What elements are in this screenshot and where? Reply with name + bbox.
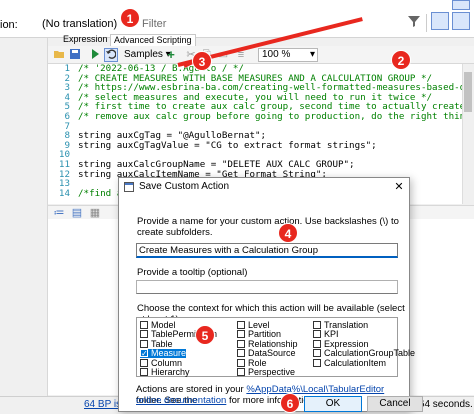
appdata-link[interactable]: %AppData%\Local\TabularEditor [246,384,384,395]
translation-select[interactable]: (No translation) [42,18,122,33]
checkbox[interactable] [237,321,245,329]
line-number-gutter: 1 2 3 4 5 6 7 8 9 10 11 12 13 14 [48,64,70,204]
callout-badge-6: 6 [280,393,300,413]
run-icon[interactable] [88,48,102,62]
checkbox[interactable] [140,358,148,367]
sort-icon[interactable]: ≔ [52,206,66,220]
code-line: /* remove aux calc group before going to… [78,110,462,122]
translation-label: ion: [0,19,18,31]
checkbox[interactable] [313,339,321,348]
toggle-button-top[interactable] [452,0,470,10]
window-icon [124,182,134,192]
save-icon[interactable] [68,48,82,62]
checkbox[interactable] [237,330,245,339]
storage-text: Actions are stored in your [136,384,247,395]
toggle-details-button[interactable] [452,12,470,30]
save-custom-action-dialog: Save Custom Action ✕ Provide a name for … [118,177,423,412]
checkbox[interactable] [313,321,321,329]
checkbox[interactable] [313,330,321,339]
context-option-label: Hierarchy [151,367,190,377]
callout-badge-3: 3 [192,51,212,71]
checkbox[interactable] [237,358,245,367]
left-panel [0,38,48,412]
context-option-calculationitem[interactable]: CalculationItem [313,357,387,368]
callout-badge-2: 2 [391,50,411,70]
checkbox[interactable] [237,368,245,376]
name-prompt: Provide a name for your custom action. U… [137,216,399,238]
expand-icon[interactable]: ▦ [88,206,102,220]
checkbox[interactable] [237,349,245,358]
line-number: 14 [58,187,70,199]
scrollbar-thumb[interactable] [464,72,472,112]
callout-badge-1: 1 [120,8,140,28]
action-name-input[interactable]: Create Measures with a Calculation Group [136,243,398,258]
checkbox[interactable] [140,330,148,339]
ok-button[interactable]: OK [304,396,362,412]
chevron-down-icon: ▾ [309,49,315,60]
open-file-icon[interactable] [52,48,66,62]
checkbox[interactable] [140,368,148,376]
toolbar-separator [426,14,427,32]
callout-badge-4: 4 [278,223,298,243]
list-icon[interactable]: ▤ [70,206,84,220]
undo-icon[interactable] [104,48,118,62]
funnel-icon[interactable] [407,14,423,30]
close-icon[interactable]: ✕ [389,178,409,196]
samples-label: Samples [124,49,163,60]
callout-badge-5: 5 [195,325,215,345]
context-option-perspective[interactable]: Perspective [237,368,295,377]
zoom-value: 100 % [262,49,291,60]
checkbox[interactable] [140,321,148,329]
filter-input[interactable]: Filter [142,18,402,33]
checkbox[interactable] [237,339,245,348]
context-option-label: Perspective [248,367,296,377]
zoom-select[interactable]: 100 % ▾ [258,48,318,62]
checkbox[interactable] [140,339,148,348]
dialog-title-bar[interactable]: Save Custom Action ✕ [119,178,409,196]
filter-bar: ion: (No translation) Filter [0,0,474,38]
checkbox[interactable] [313,358,321,367]
add-action-icon[interactable]: + [164,48,178,62]
tooltip-prompt: Provide a tooltip (optional) [137,267,248,278]
tab-advanced-scripting[interactable]: Advanced Scripting [110,34,196,46]
checkbox[interactable] [313,349,321,358]
toggle-view-button[interactable] [431,12,449,30]
dialog-title: Save Custom Action [139,181,230,192]
code-line: string auxCgTagValue = "CG to extract fo… [78,139,377,151]
context-option-label: CalculationItem [324,357,387,368]
checkbox[interactable]: ✓ [140,349,148,358]
dialog-body: Provide a name for your custom action. U… [119,196,415,411]
tooltip-input[interactable] [136,280,398,294]
context-option-translation[interactable]: Translation [313,321,368,330]
context-checklist: Model TablePermission Table ✓ Measure Column H… [136,317,415,377]
online-documentation-link[interactable]: online documentation [136,395,226,406]
context-option-hierarchy[interactable]: Hierarchy [140,368,190,377]
cancel-button[interactable]: Cancel [367,396,423,412]
